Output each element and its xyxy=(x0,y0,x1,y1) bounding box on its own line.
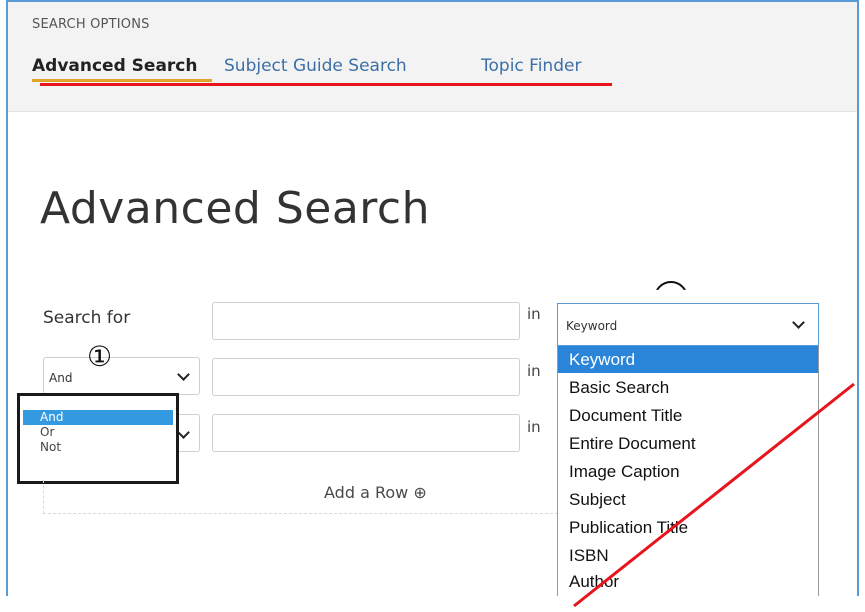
search-input-row-3[interactable] xyxy=(212,414,520,452)
search-for-label: Search for xyxy=(43,308,131,328)
tab-topic-finder[interactable]: Topic Finder xyxy=(481,56,581,76)
in-label-row-3: in xyxy=(527,418,541,436)
active-tab-underline xyxy=(32,79,212,82)
tab-advanced-search[interactable]: Advanced Search xyxy=(32,56,197,76)
boolean-options-list: And Or Not xyxy=(17,393,179,484)
chevron-down-icon xyxy=(177,426,190,439)
tab-subject-guide-search[interactable]: Subject Guide Search xyxy=(224,56,407,76)
page-title: Advanced Search xyxy=(40,183,430,234)
search-input-row-2[interactable] xyxy=(212,358,520,396)
annotation-marker-1: ① xyxy=(87,340,113,373)
in-label-row-2: in xyxy=(527,362,541,380)
annotation-underline xyxy=(40,83,612,86)
in-label-row-1: in xyxy=(527,305,541,323)
boolean-select-row-2[interactable]: And xyxy=(43,357,200,395)
boolean-option-or[interactable]: Or xyxy=(23,425,173,440)
search-options-label: SEARCH OPTIONS xyxy=(32,17,150,32)
field-select-value: Keyword xyxy=(566,319,618,333)
chevron-down-icon xyxy=(792,316,805,329)
chevron-down-icon xyxy=(177,368,190,381)
boolean-option-and[interactable]: And xyxy=(23,410,173,425)
annotation-slash-line xyxy=(573,382,855,608)
add-row-button[interactable]: Add a Row ⊕ xyxy=(324,483,427,502)
search-input-row-1[interactable] xyxy=(212,302,520,340)
add-row-area xyxy=(43,480,558,514)
field-select-row-1[interactable]: Keyword xyxy=(557,303,819,346)
boolean-option-not[interactable]: Not xyxy=(23,440,173,455)
boolean-select-value: And xyxy=(49,371,73,385)
